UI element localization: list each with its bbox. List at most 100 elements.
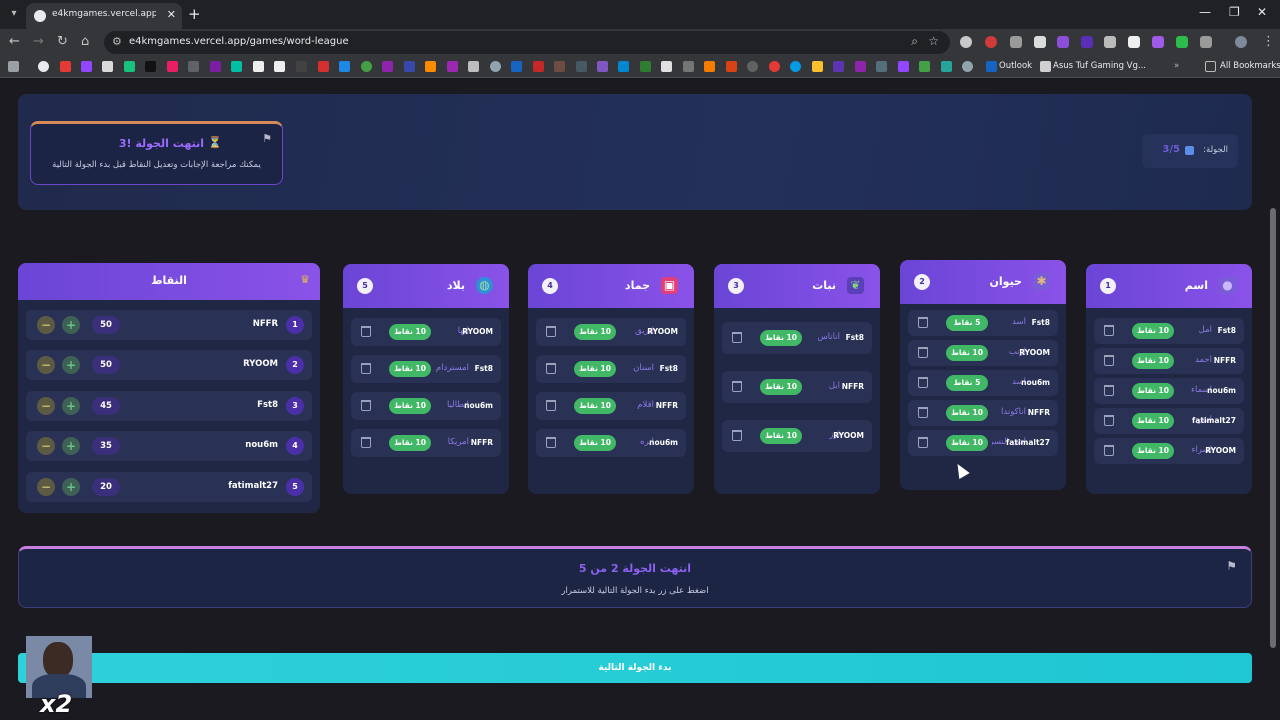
- trash-icon[interactable]: [361, 400, 371, 411]
- bookmark-icon[interactable]: [404, 61, 415, 72]
- bookmark-icon[interactable]: [790, 61, 801, 72]
- address-bar[interactable]: ⚙ e4kmgames.vercel.app/games/word-league…: [104, 31, 950, 54]
- bookmark-icon[interactable]: [576, 61, 587, 72]
- points-badge[interactable]: 10 نقاط: [574, 435, 616, 451]
- extension-icon[interactable]: [960, 36, 972, 48]
- bookmark-icon[interactable]: [339, 61, 350, 72]
- bookmark-icon[interactable]: [38, 61, 49, 72]
- bookmark-icon[interactable]: [145, 61, 156, 72]
- trash-icon[interactable]: [1104, 355, 1114, 366]
- minimize-icon[interactable]: —: [1199, 5, 1211, 19]
- bookmark-icon[interactable]: [812, 61, 823, 72]
- bookmark-icon[interactable]: [511, 61, 522, 72]
- trash-icon[interactable]: [1104, 415, 1114, 426]
- browser-tab[interactable]: e4kmgames.vercel.app/games/ ✕: [26, 3, 182, 29]
- points-badge[interactable]: 10 نقاط: [1132, 443, 1174, 459]
- tab-search-icon[interactable]: ▾: [6, 6, 22, 22]
- trash-icon[interactable]: [1104, 325, 1114, 336]
- points-badge[interactable]: 10 نقاط: [1132, 413, 1174, 429]
- trash-icon[interactable]: [1104, 445, 1114, 456]
- bookmark-icon[interactable]: [81, 61, 92, 72]
- increase-score-button[interactable]: +: [62, 397, 80, 415]
- new-tab-button[interactable]: +: [188, 5, 201, 23]
- trash-icon[interactable]: [732, 332, 742, 343]
- bookmark-icon[interactable]: [833, 61, 844, 72]
- bookmark-icon[interactable]: [941, 61, 952, 72]
- apps-grid-icon[interactable]: [8, 61, 19, 72]
- bookmark-icon[interactable]: [640, 61, 651, 72]
- extension-icon[interactable]: [1152, 36, 1164, 48]
- bookmark-icon[interactable]: [468, 61, 479, 72]
- page-scrollbar[interactable]: [1270, 208, 1276, 648]
- extension-icon[interactable]: [1128, 36, 1140, 48]
- bookmark-star-icon[interactable]: ☆: [928, 34, 939, 48]
- extension-icon[interactable]: [1104, 36, 1116, 48]
- extension-icon[interactable]: [1176, 36, 1188, 48]
- bookmark-asus[interactable]: Asus Tuf Gaming Vg...: [1053, 61, 1146, 71]
- points-badge[interactable]: 10 نقاط: [574, 398, 616, 414]
- points-badge[interactable]: 10 نقاط: [574, 361, 616, 377]
- trash-icon[interactable]: [918, 377, 928, 388]
- bookmark-icon[interactable]: [102, 61, 113, 72]
- increase-score-button[interactable]: +: [62, 316, 80, 334]
- points-badge[interactable]: 10 نقاط: [1132, 323, 1174, 339]
- bookmark-icon[interactable]: [554, 61, 565, 72]
- points-badge[interactable]: 10 نقاط: [760, 330, 802, 346]
- bookmark-icon[interactable]: [683, 61, 694, 72]
- bookmarks-overflow-icon[interactable]: »: [1174, 61, 1179, 71]
- profile-avatar[interactable]: [1235, 36, 1247, 48]
- bookmark-icon[interactable]: [597, 61, 608, 72]
- trash-icon[interactable]: [546, 326, 556, 337]
- bookmark-icon[interactable]: [167, 61, 178, 72]
- points-badge[interactable]: 10 نقاط: [946, 345, 988, 361]
- extension-icon[interactable]: [1081, 36, 1093, 48]
- puzzle-icon[interactable]: [1200, 36, 1212, 48]
- points-badge[interactable]: 5 نقاط: [946, 375, 988, 391]
- forward-icon[interactable]: →: [33, 34, 44, 49]
- bookmark-icon[interactable]: [747, 61, 758, 72]
- bookmark-icon[interactable]: [425, 61, 436, 72]
- bookmark-icon[interactable]: [533, 61, 544, 72]
- bookmark-icon[interactable]: [661, 61, 672, 72]
- bookmark-icon[interactable]: [231, 61, 242, 72]
- zoom-icon[interactable]: ⌕: [911, 34, 918, 49]
- extension-icon[interactable]: [985, 36, 997, 48]
- points-badge[interactable]: 10 نقاط: [946, 435, 988, 451]
- bookmark-icon[interactable]: [726, 61, 737, 72]
- folder-icon[interactable]: [1205, 61, 1216, 72]
- trash-icon[interactable]: [918, 407, 928, 418]
- globe-icon[interactable]: [962, 61, 973, 72]
- bookmark-icon[interactable]: [210, 61, 221, 72]
- extension-icon[interactable]: [1034, 36, 1046, 48]
- trash-icon[interactable]: [918, 317, 928, 328]
- extension-icon[interactable]: [1010, 36, 1022, 48]
- points-badge[interactable]: 10 نقاط: [389, 324, 431, 340]
- trash-icon[interactable]: [1104, 385, 1114, 396]
- decrease-score-button[interactable]: −: [37, 316, 55, 334]
- close-icon[interactable]: ✕: [167, 8, 176, 21]
- bookmark-icon[interactable]: [855, 61, 866, 72]
- reload-icon[interactable]: ↻: [57, 34, 68, 49]
- points-badge[interactable]: 10 نقاط: [574, 324, 616, 340]
- maximize-icon[interactable]: ❐: [1229, 5, 1240, 19]
- decrease-score-button[interactable]: −: [37, 437, 55, 455]
- trash-icon[interactable]: [732, 430, 742, 441]
- all-bookmarks[interactable]: All Bookmarks: [1220, 61, 1280, 71]
- bookmark-icon[interactable]: [898, 61, 909, 72]
- bookmark-icon[interactable]: [188, 61, 199, 72]
- points-badge[interactable]: 10 نقاط: [760, 379, 802, 395]
- points-badge[interactable]: 10 نقاط: [760, 428, 802, 444]
- increase-score-button[interactable]: +: [62, 356, 80, 374]
- start-next-round-button[interactable]: بدء الجولة التالية: [18, 653, 1252, 683]
- bookmark-icon[interactable]: [704, 61, 715, 72]
- extension-icon[interactable]: [1057, 36, 1069, 48]
- trash-icon[interactable]: [918, 437, 928, 448]
- decrease-score-button[interactable]: −: [37, 356, 55, 374]
- increase-score-button[interactable]: +: [62, 437, 80, 455]
- trash-icon[interactable]: [918, 347, 928, 358]
- bookmark-icon[interactable]: [124, 61, 135, 72]
- site-info-icon[interactable]: ⚙: [112, 35, 122, 48]
- increase-score-button[interactable]: +: [62, 478, 80, 496]
- points-badge[interactable]: 10 نقاط: [1132, 383, 1174, 399]
- window-close-icon[interactable]: ✕: [1257, 5, 1267, 19]
